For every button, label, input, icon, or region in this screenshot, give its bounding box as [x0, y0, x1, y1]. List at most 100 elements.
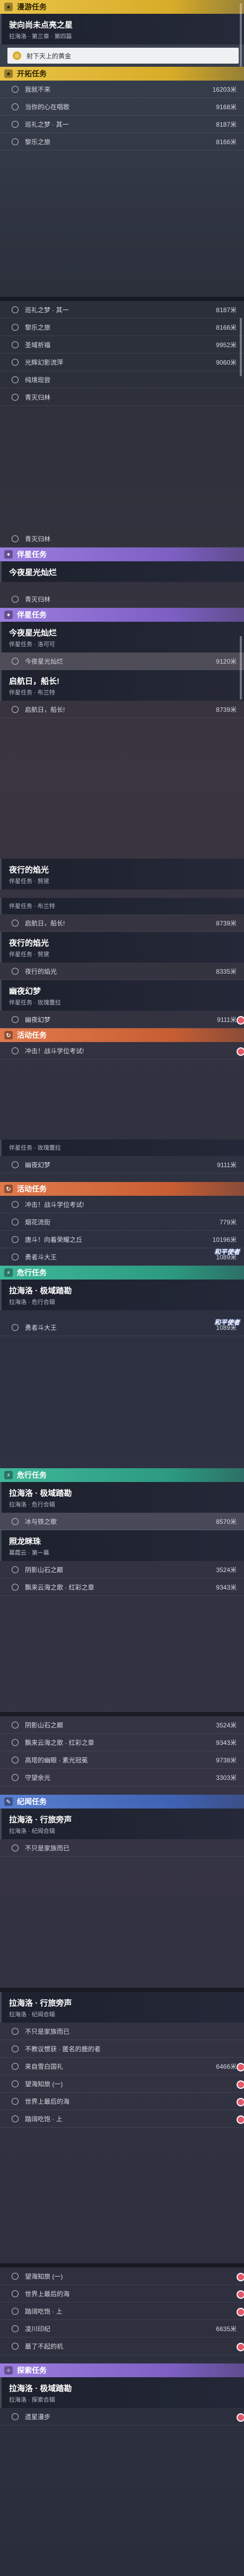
- event-quest-header[interactable]: ↻ 活动任务: [0, 1028, 244, 1042]
- quest-card[interactable]: 夜行的焰光 伴星任务 · 努黛: [0, 859, 244, 889]
- circle-icon: [12, 1047, 19, 1054]
- quest-row[interactable]: 启航日，船长! 8739米: [0, 914, 244, 932]
- quest-distance: 9060米: [216, 358, 237, 366]
- quest-name: 烟花流街: [25, 1218, 51, 1226]
- quest-row[interactable]: 踏阔吃饱 · 上: [0, 2110, 244, 2128]
- quest-distance: 8187米: [216, 306, 237, 314]
- event-quest-header[interactable]: ↻ 活动任务: [0, 1182, 244, 1196]
- quest-row[interactable]: 遗星漫步: [0, 2408, 244, 2425]
- quest-row[interactable]: 巡礼之梦 · 其一 8187米: [0, 116, 244, 133]
- quest-card[interactable]: 今夜星光灿烂: [0, 561, 244, 582]
- lore-quest-header[interactable]: ✎ 纪闻任务: [0, 1795, 244, 1809]
- quest-card[interactable]: 今夜星光灿烂 伴星任务 · 洛可可: [0, 622, 244, 652]
- quest-card[interactable]: 驶向尚未点亮之星 拉海洛 · 第三章 · 第四篇: [0, 14, 244, 45]
- quest-name: 今夜星光灿烂: [25, 657, 64, 665]
- scrollbar[interactable]: [240, 318, 242, 376]
- scrollbar[interactable]: [240, 636, 242, 700]
- quest-row[interactable]: 最了不起的机: [0, 2337, 244, 2355]
- quest-card[interactable]: 夜行的焰光 伴星任务 · 努黛: [0, 932, 244, 963]
- quest-row[interactable]: 黎乐之旅 8166米: [0, 133, 244, 151]
- quest-subtitle: 伴星任务 · 玫瑰蕾拉: [9, 1000, 61, 1006]
- quest-row[interactable]: 幽夜幻梦 9111米: [0, 1156, 244, 1174]
- quest-row[interactable]: 飘来云海之歌 · 红彩之章 9343米: [0, 1734, 244, 1751]
- quest-name: 世界上最后的海: [25, 2290, 70, 2298]
- roaming-quest-header[interactable]: ★ 漫游任务: [0, 0, 244, 14]
- quest-row[interactable]: 冲击！战斗学位考试!: [0, 1042, 244, 1060]
- circle-icon: [12, 1518, 19, 1525]
- danger-quest-header[interactable]: ⚡ 危行任务: [0, 1266, 244, 1280]
- quest-row[interactable]: 巡礼之梦 · 其一 8187米: [0, 301, 244, 319]
- quest-card[interactable]: 拉海洛 · 行旅旁声 拉海洛 · 纪闻合辑: [0, 1992, 244, 2023]
- quest-row[interactable]: 今夜星光灿烂 9120米: [0, 652, 244, 670]
- explore-quest-header[interactable]: ✧ 探索任务: [0, 2363, 244, 2377]
- quest-row[interactable]: 夜行的焰光 8335米: [0, 963, 244, 980]
- quest-row[interactable]: 当你的心在唱歌 9168米: [0, 98, 244, 116]
- quest-name: 青灭归林: [25, 393, 51, 401]
- quest-card[interactable]: 启航日，船长! 伴星任务 · 布兰特: [0, 670, 244, 701]
- scrollbar[interactable]: [240, 3, 242, 67]
- quest-row[interactable]: 黎乐之旅 8166米: [0, 319, 244, 336]
- quest-row[interactable]: 凌川印纪 6635米: [0, 2320, 244, 2337]
- quest-card[interactable]: 拉海洛 · 极域踏勘 拉海洛 · 探索合辑: [0, 2377, 244, 2408]
- quest-row[interactable]: 勇者斗大王 1089米 和平使者: [0, 1319, 244, 1336]
- quest-name: 不只是家族而已: [25, 2027, 70, 2035]
- map-pin-icon: [237, 2115, 244, 2124]
- circle-icon: [12, 323, 19, 331]
- quest-row[interactable]: 青灭归林: [0, 389, 244, 406]
- quest-distance: 9120米: [216, 657, 237, 665]
- event-logo: 和平使者: [214, 1319, 240, 1326]
- screenshot-7: 阴影山石之巅 3524米 飘来云海之歌 · 红彩之章 9343米 高塔的幽眼 · 素…: [0, 1712, 244, 1988]
- quest-card[interactable]: 照龙眯珠 幕霞云 · 第一幕: [0, 1530, 244, 1561]
- quest-card[interactable]: 拉海洛 · 极域踏勘 拉海洛 · 危行合辑: [0, 1280, 244, 1310]
- quest-card[interactable]: 拉海洛 · 行旅旁声 拉海洛 · 纪闻合辑: [0, 1809, 244, 1839]
- quest-row[interactable]: 飘来云海之歌 · 红彩之章 9343米: [0, 1578, 244, 1596]
- map-pin-icon: [237, 2063, 244, 2071]
- quest-row[interactable]: 冲击！战斗学位考试!: [0, 1196, 244, 1213]
- quest-row[interactable]: 来自雪白国礼 6466米: [0, 2058, 244, 2075]
- quest-row[interactable]: 世界上最后的海: [0, 2093, 244, 2110]
- quest-name: 青灭归林: [25, 535, 51, 543]
- quest-row[interactable]: 青灭归林: [0, 530, 244, 548]
- screenshot-1: ★ 漫游任务 驶向尚未点亮之星 拉海洛 · 第三章 · 第四篇 ◎ 射下天上的黄金 …: [0, 0, 244, 297]
- quest-row[interactable]: 望海知旅 (一): [0, 2075, 244, 2093]
- circle-icon: [12, 1721, 19, 1728]
- quest-row[interactable]: 踏阔吃饱 · 上: [0, 2302, 244, 2320]
- quest-row[interactable]: 望海知旅 (一): [0, 2268, 244, 2285]
- quest-row[interactable]: 烟花流街 779米: [0, 1213, 244, 1231]
- quest-card[interactable]: 伴星任务 · 布兰特: [0, 898, 244, 914]
- quest-card[interactable]: 伴星任务 · 玫瑰蕾拉: [0, 1140, 244, 1156]
- quest-card[interactable]: 幽夜幻梦 伴星任务 · 玫瑰蕾拉: [0, 980, 244, 1011]
- quest-row[interactable]: 不只是家族而已: [0, 1839, 244, 1857]
- quest-row[interactable]: 勇者斗大王 1089米 和平使者: [0, 1248, 244, 1266]
- quest-name: 最了不起的机: [25, 2342, 64, 2350]
- companion-quest-header[interactable]: ✦ 伴星任务: [0, 548, 244, 561]
- quest-card[interactable]: 拉海洛 · 极域踏勘 拉海洛 · 危行合辑: [0, 1482, 244, 1513]
- bolt-icon: ⚡: [4, 1471, 13, 1479]
- gold-subquest[interactable]: ◎ 射下天上的黄金: [7, 48, 239, 64]
- header-label: 伴星任务: [17, 550, 47, 559]
- quest-name: 幽夜幻梦: [25, 1161, 51, 1169]
- quest-row[interactable]: 阴影山石之巅 3524米: [0, 1561, 244, 1578]
- quest-row[interactable]: 高塔的幽眼 · 素光冠冕 9738米: [0, 1751, 244, 1769]
- quest-title: 启航日，船长!: [9, 677, 59, 686]
- quest-row[interactable]: 唐斗！向着荣耀之丘 10196米: [0, 1231, 244, 1248]
- danger-quest-header[interactable]: ⚡ 危行任务: [0, 1468, 244, 1482]
- companion-quest-header[interactable]: ✦ 伴星任务: [0, 608, 244, 622]
- quest-row[interactable]: 守望余光 3303米: [0, 1769, 244, 1786]
- map-pin-icon: [237, 1016, 244, 1025]
- quest-row[interactable]: 不教议惯获 · 匿名的鹿的者: [0, 2040, 244, 2058]
- quest-name: 守望余光: [25, 1774, 51, 1781]
- quest-row[interactable]: 不只是家族而已: [0, 2023, 244, 2040]
- quest-row[interactable]: 世界上最后的海: [0, 2285, 244, 2302]
- quest-row[interactable]: 纯境现尝: [0, 371, 244, 389]
- quest-row[interactable]: 阴影山石之巅 3524米: [0, 1716, 244, 1734]
- quest-row[interactable]: 我就不来 16203米: [0, 81, 244, 98]
- quest-title: 拉海洛 · 行旅旁声: [9, 1815, 72, 1824]
- trailblaze-quest-header[interactable]: ★ 开拓任务: [0, 67, 244, 81]
- quest-row[interactable]: 青灭归林: [0, 590, 244, 608]
- quest-row[interactable]: 光辉幻影流萍 9060米: [0, 354, 244, 371]
- quest-row[interactable]: 幽夜幻梦 9111米: [0, 1011, 244, 1028]
- quest-row[interactable]: 启航日，船长! 8739米: [0, 701, 244, 718]
- quest-row[interactable]: 圣域祈福 9952米: [0, 336, 244, 354]
- quest-row[interactable]: 冰与铁之歌 8570米: [0, 1513, 244, 1530]
